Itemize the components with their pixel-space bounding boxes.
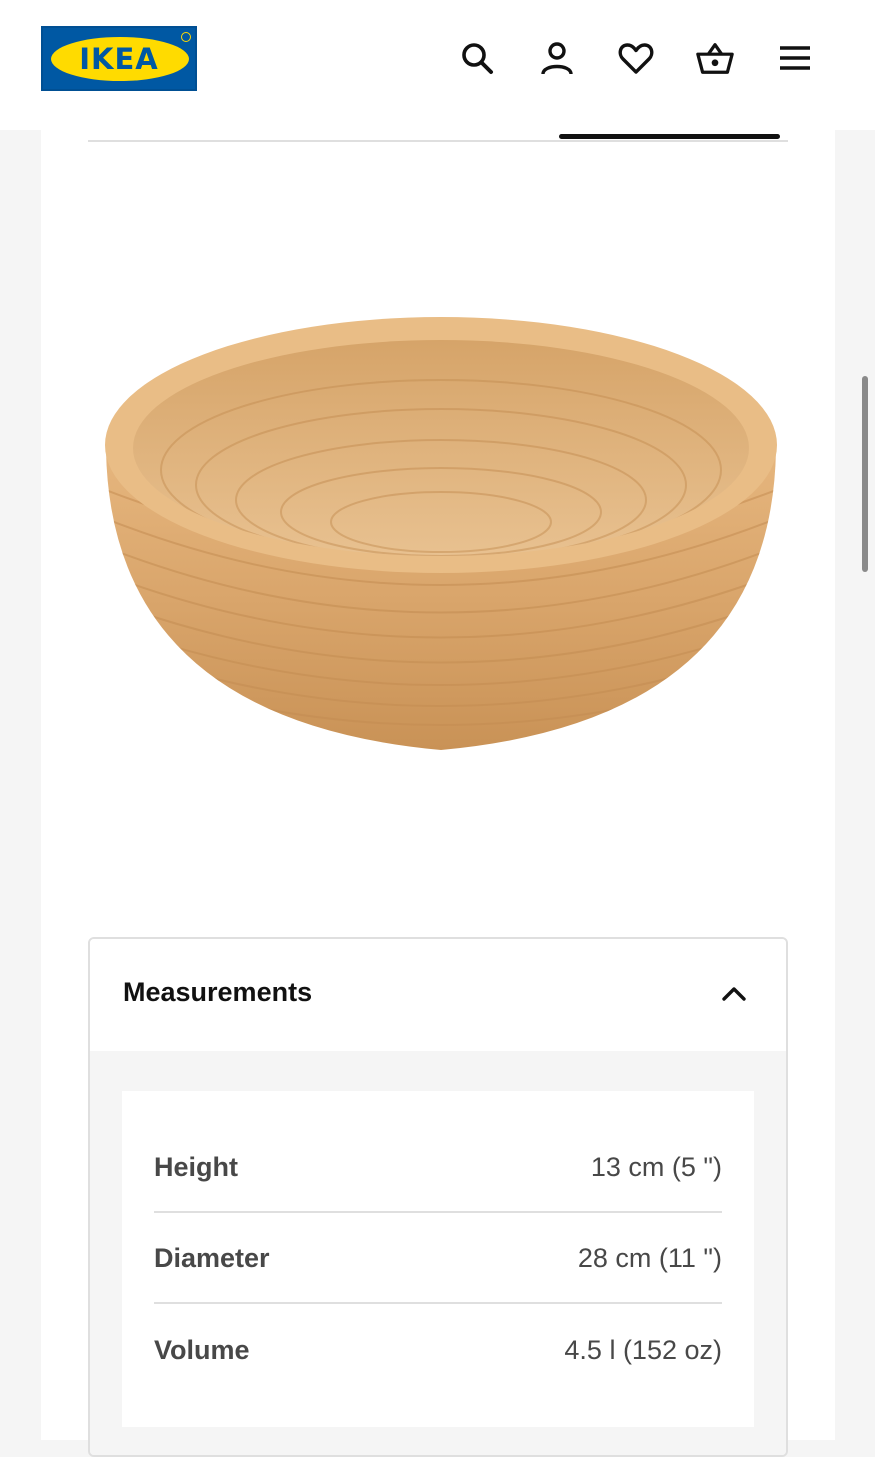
search-icon[interactable] <box>457 38 497 78</box>
measurements-header[interactable]: Measurements <box>90 939 786 1051</box>
top-header: IKEA <box>0 0 875 130</box>
logo-text: IKEA <box>79 41 159 76</box>
registered-mark <box>181 32 191 42</box>
measurement-row-diameter: Diameter 28 cm (11 ") <box>154 1214 722 1304</box>
measurement-label: Diameter <box>154 1242 270 1273</box>
measurement-label: Height <box>154 1151 238 1182</box>
measurement-row-volume: Volume 4.5 l (152 oz) <box>154 1305 722 1395</box>
tab-divider <box>88 140 788 142</box>
measurement-value: 13 cm (5 ") <box>590 1151 722 1182</box>
active-tab-indicator[interactable] <box>559 134 780 139</box>
measurements-accordion: Measurements Height 13 cm (5 ") Diameter… <box>88 937 788 1457</box>
chevron-up-icon[interactable] <box>720 983 748 1003</box>
page-scrollbar[interactable] <box>862 376 868 572</box>
ikea-logo[interactable]: IKEA <box>41 26 197 91</box>
measurement-row-height: Height 13 cm (5 ") <box>154 1123 722 1213</box>
measurements-body: Height 13 cm (5 ") Diameter 28 cm (11 ")… <box>90 1051 786 1455</box>
heart-icon[interactable] <box>616 38 656 78</box>
measurement-value: 4.5 l (152 oz) <box>564 1334 722 1365</box>
product-image[interactable] <box>101 310 781 770</box>
measurement-value: 28 cm (11 ") <box>577 1242 722 1273</box>
measurement-label: Volume <box>154 1334 250 1365</box>
user-icon[interactable] <box>537 38 577 78</box>
product-card: Measurements Height 13 cm (5 ") Diameter… <box>41 130 835 1457</box>
menu-icon[interactable] <box>775 38 815 78</box>
measurements-title: Measurements <box>123 977 313 1007</box>
measurements-table: Height 13 cm (5 ") Diameter 28 cm (11 ")… <box>122 1091 754 1427</box>
basket-icon[interactable] <box>695 38 735 78</box>
